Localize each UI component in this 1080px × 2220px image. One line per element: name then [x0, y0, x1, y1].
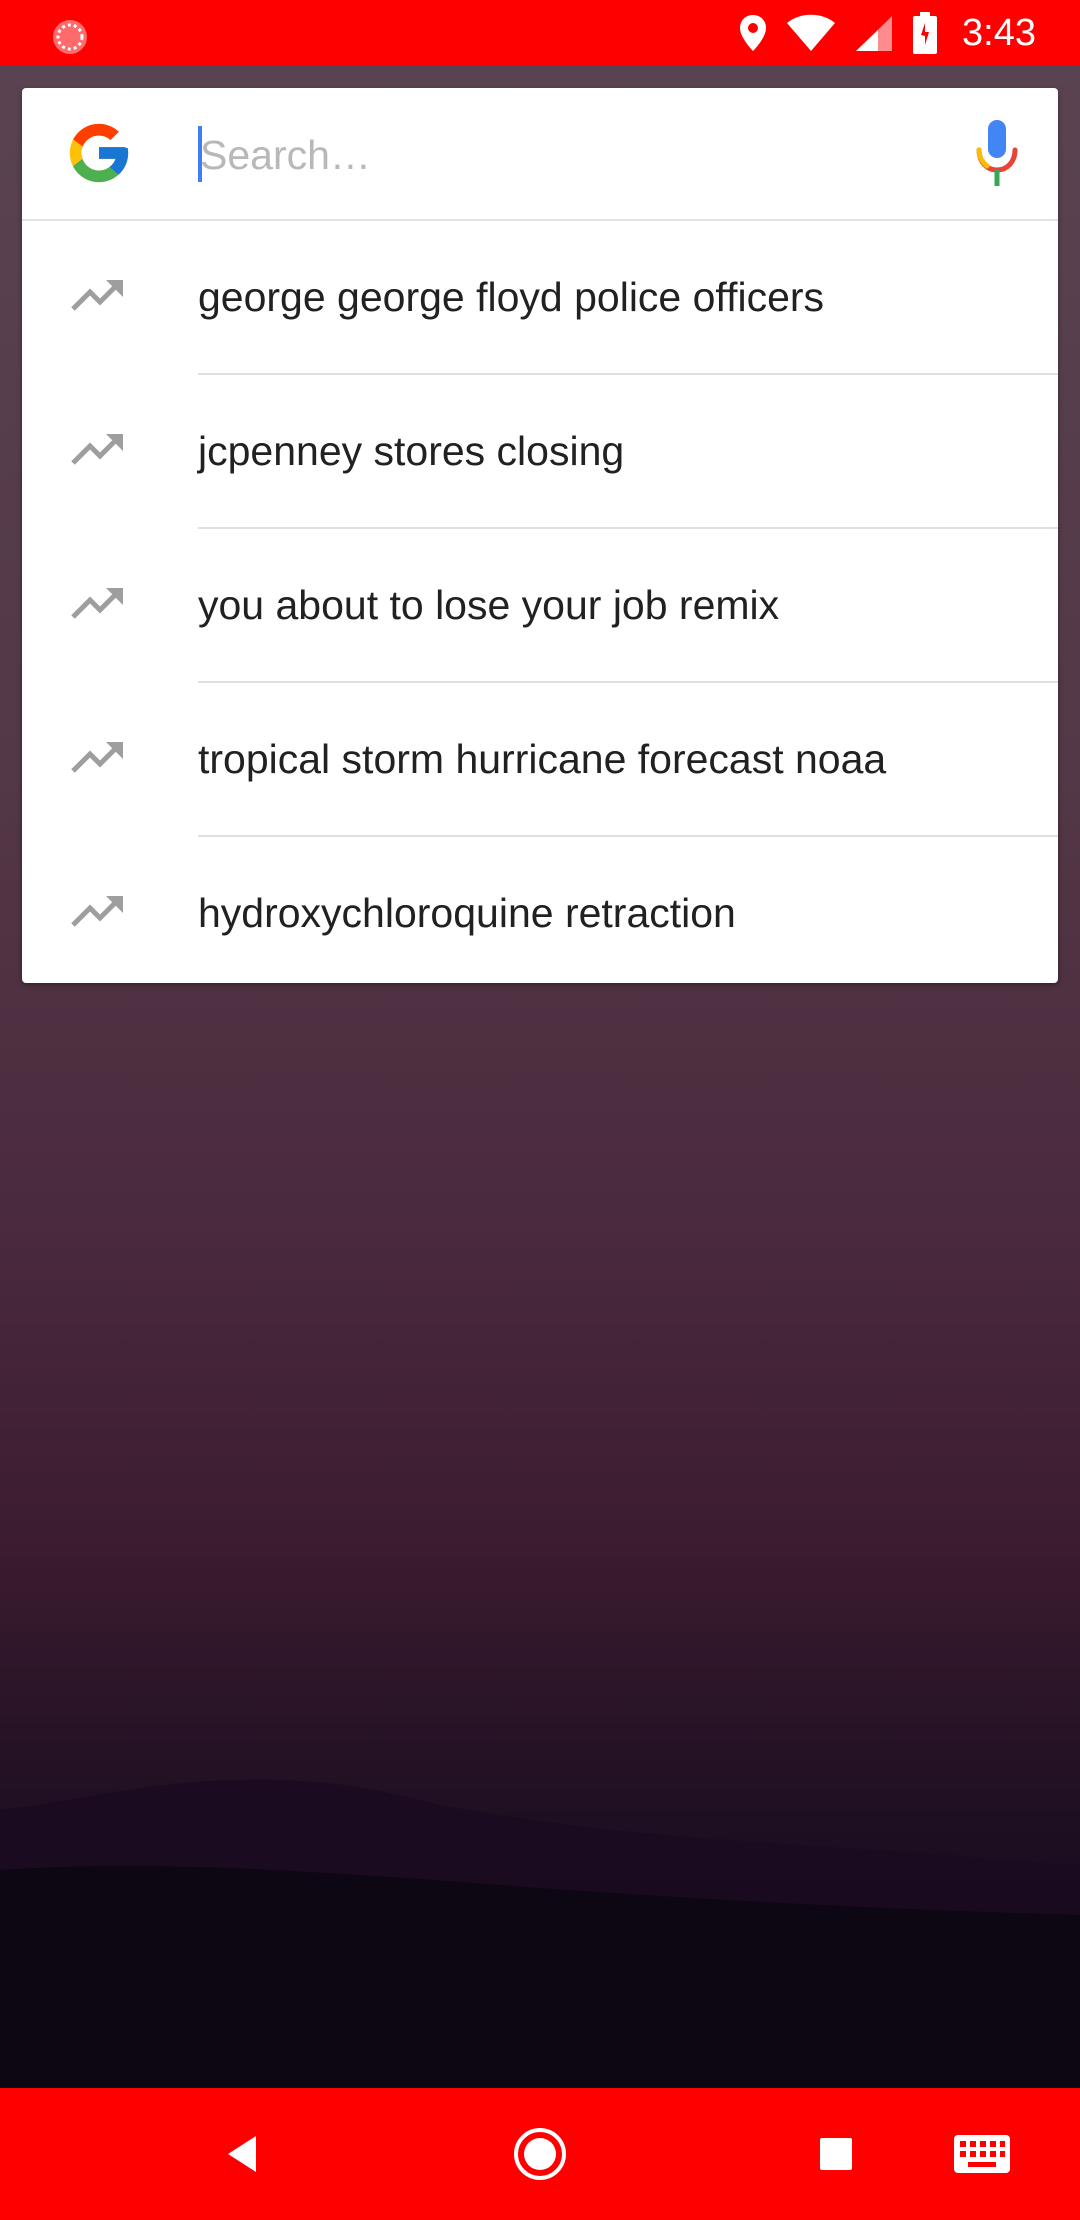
suggestion-item[interactable]: tropical storm hurricane forecast noaa — [22, 683, 1058, 837]
trending-icon — [71, 896, 123, 927]
status-time: 3:43 — [962, 11, 1036, 54]
suggestion-item[interactable]: george george floyd police officers — [22, 221, 1058, 375]
suggestion-text: you about to lose your job remix — [198, 582, 780, 628]
google-logo-icon — [69, 123, 129, 183]
battery-charging-icon — [913, 12, 938, 54]
suggestion-item[interactable]: jcpenney stores closing — [22, 375, 1058, 529]
recents-button[interactable] — [794, 2088, 878, 2220]
suggestion-item[interactable]: hydroxychloroquine retraction — [22, 837, 1058, 983]
wifi-icon — [787, 14, 836, 51]
keyboard-icon — [954, 2135, 1010, 2173]
signal-icon — [856, 16, 893, 51]
trending-icon — [71, 588, 123, 619]
text-cursor — [198, 126, 202, 182]
wallpaper-hills — [0, 1779, 1080, 2090]
suggestion-text: george george floyd police officers — [198, 274, 825, 320]
notification-icon — [53, 20, 87, 54]
suggestion-text: jcpenney stores closing — [198, 428, 625, 474]
search-header — [22, 88, 1058, 221]
trending-icon — [71, 280, 123, 311]
home-icon — [514, 2128, 566, 2180]
search-input[interactable] — [198, 120, 942, 190]
suggestion-item[interactable]: you about to lose your job remix — [22, 529, 1058, 683]
home-button[interactable] — [498, 2088, 582, 2220]
mic-icon[interactable] — [974, 118, 1020, 188]
search-card: george george floyd police officers jcpe… — [22, 88, 1058, 983]
keyboard-button[interactable] — [940, 2088, 1024, 2220]
location-icon — [740, 15, 767, 51]
status-icons: 3:43 — [738, 0, 1036, 66]
suggestion-text: hydroxychloroquine retraction — [198, 890, 736, 936]
trending-icon — [71, 742, 123, 773]
navigation-bar — [0, 2088, 1080, 2220]
status-bar: 3:43 — [0, 0, 1080, 66]
trending-icon — [71, 434, 123, 465]
suggestion-text: tropical storm hurricane forecast noaa — [198, 736, 887, 782]
back-icon — [228, 2136, 256, 2172]
back-button[interactable] — [200, 2088, 284, 2220]
recents-icon — [820, 2138, 852, 2170]
